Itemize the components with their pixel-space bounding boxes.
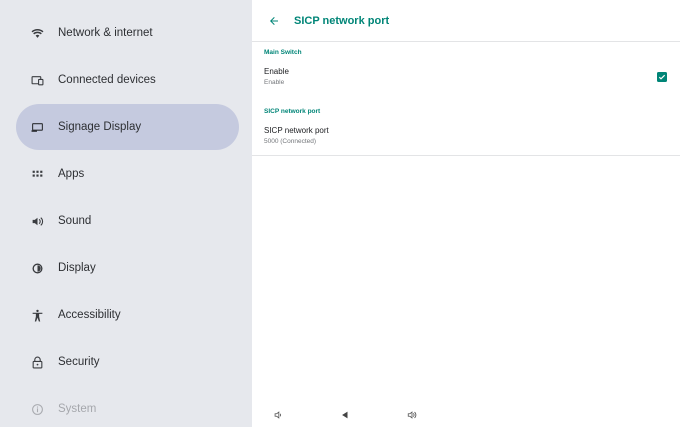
back-nav-button[interactable] — [339, 409, 351, 421]
sidebar-item-label: Sound — [58, 215, 92, 227]
section-header-main-switch: Main Switch — [264, 49, 302, 56]
sicp-port-summary: 5000 (Connected) — [264, 138, 317, 145]
back-arrow-icon — [270, 16, 278, 25]
enable-summary: Enable — [264, 79, 285, 86]
volume-up-button[interactable] — [406, 409, 418, 421]
sidebar-item-label: Security — [58, 356, 100, 368]
sidebar-item-connected-devices[interactable]: Connected devices — [16, 57, 239, 103]
signage-display-icon — [30, 120, 44, 134]
page-header: SICP network port — [252, 0, 680, 42]
volume-down-button[interactable] — [272, 409, 284, 421]
section-header-sicp-port: SICP network port — [264, 108, 321, 115]
enable-checkbox[interactable] — [657, 72, 667, 82]
settings-sidebar: Network & internet Connected devices Sig… — [0, 0, 252, 427]
check-icon — [658, 74, 666, 80]
volume-up-icon — [407, 411, 417, 419]
volume-icon — [30, 214, 44, 228]
page-title: SICP network port — [294, 14, 390, 27]
enable-preference[interactable]: Enable Enable — [252, 62, 680, 92]
accessibility-icon — [30, 308, 44, 322]
brightness-icon — [30, 261, 44, 275]
sidebar-item-label: Accessibility — [58, 309, 121, 321]
sicp-port-preference[interactable]: SICP network port 5000 (Connected) — [252, 120, 680, 154]
sidebar-item-label: Signage Display — [58, 121, 142, 133]
settings-content: SICP network port Main Switch Enable Ena… — [252, 0, 680, 404]
lock-icon — [30, 355, 44, 369]
wifi-icon — [30, 26, 44, 40]
back-triangle-icon — [342, 411, 348, 419]
sidebar-item-network[interactable]: Network & internet — [16, 10, 239, 56]
sidebar-item-sound[interactable]: Sound — [16, 198, 239, 244]
system-navigation-bar — [252, 404, 680, 427]
sidebar-item-label: Connected devices — [58, 74, 156, 86]
sidebar-item-apps[interactable]: Apps — [16, 151, 239, 197]
divider — [252, 155, 680, 156]
apps-grid-icon — [30, 167, 44, 181]
sicp-port-title: SICP network port — [264, 126, 329, 135]
sidebar-item-display[interactable]: Display — [16, 245, 239, 291]
connected-devices-icon — [30, 73, 44, 87]
sidebar-item-signage-display[interactable]: Signage Display — [16, 104, 239, 150]
enable-title: Enable — [264, 67, 289, 76]
back-button[interactable] — [266, 13, 282, 29]
sidebar-item-accessibility[interactable]: Accessibility — [16, 292, 239, 338]
sidebar-item-label: Apps — [58, 168, 85, 180]
sidebar-item-label: Network & internet — [58, 27, 153, 39]
sidebar-item-label: System — [58, 403, 97, 415]
sidebar-item-system[interactable]: System — [16, 386, 239, 427]
sidebar-item-label: Display — [58, 262, 96, 274]
info-icon — [30, 402, 44, 416]
volume-down-icon — [274, 411, 282, 419]
sidebar-item-security[interactable]: Security — [16, 339, 239, 385]
